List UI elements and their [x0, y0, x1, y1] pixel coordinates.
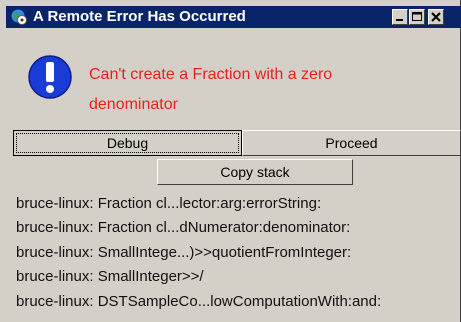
stack-item[interactable]: bruce-linux: Fraction cl...lector:arg:er… [16, 192, 461, 216]
stack-item[interactable]: bruce-linux: DSTSampleCo...lowComputatio… [16, 290, 461, 314]
proceed-button[interactable]: Proceed [242, 130, 461, 156]
stack-item[interactable]: bruce-linux: SmallInteger>>/ [16, 265, 461, 289]
minimize-button[interactable] [392, 9, 408, 25]
proceed-button-label: Proceed [325, 135, 378, 151]
stack-list: bruce-linux: Fraction cl...lector:arg:er… [16, 192, 461, 314]
app-icon [11, 9, 27, 25]
minimize-icon [396, 19, 403, 21]
exclamation-icon [28, 55, 72, 99]
close-button[interactable] [428, 9, 444, 25]
stack-item[interactable]: bruce-linux: Fraction cl...dNumerator:de… [16, 216, 461, 240]
maximize-icon [412, 12, 422, 21]
error-message: Can't create a Fraction with a zero deno… [89, 66, 333, 113]
maximize-button[interactable] [409, 9, 425, 25]
title-bar[interactable]: A Remote Error Has Occurred [6, 6, 461, 28]
window-title: A Remote Error Has Occurred [33, 8, 246, 25]
copy-stack-button-label: Copy stack [220, 164, 290, 180]
debug-button[interactable]: Debug [13, 130, 242, 156]
close-icon [431, 12, 441, 22]
copy-stack-button[interactable]: Copy stack [157, 159, 353, 185]
error-dialog: A Remote Error Has Occurred Can't create… [0, 0, 461, 322]
debug-button-label: Debug [106, 135, 149, 151]
stack-item[interactable]: bruce-linux: SmallIntege...)>>quotientFr… [16, 241, 461, 265]
